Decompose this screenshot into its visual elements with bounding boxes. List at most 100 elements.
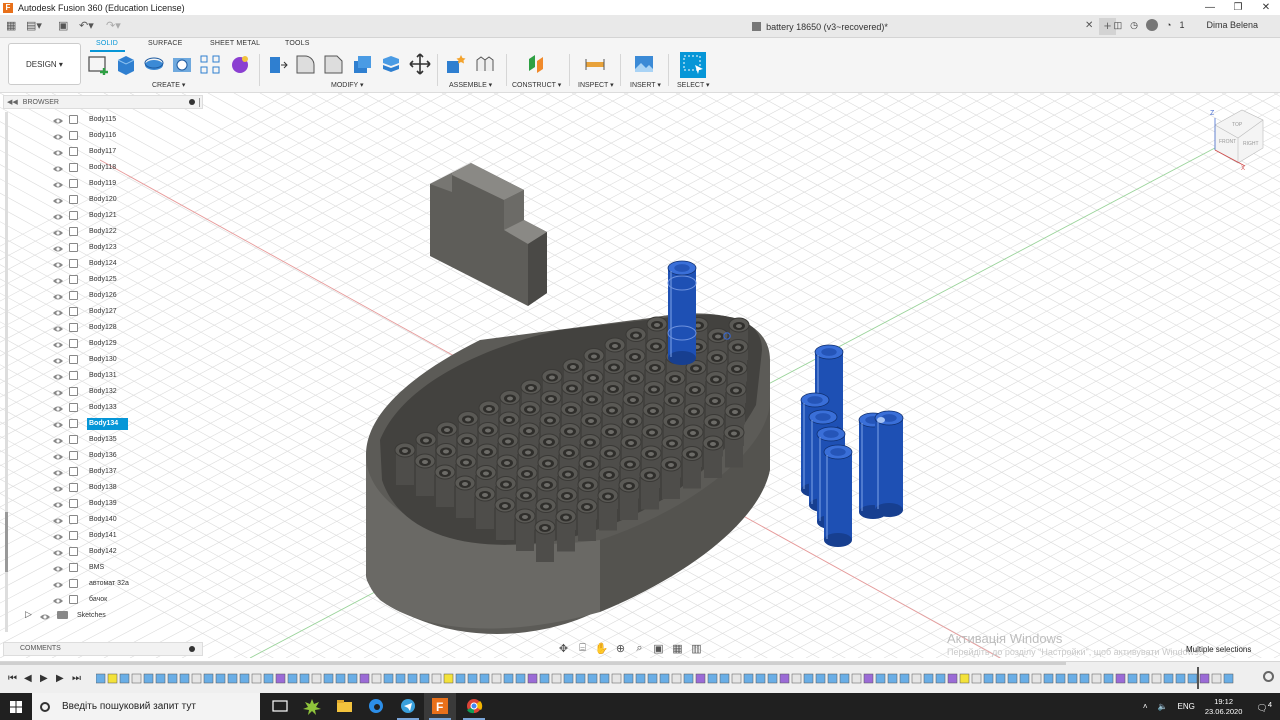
browser-resize-handle[interactable] xyxy=(199,98,200,107)
blue-battery[interactable] xyxy=(824,452,852,540)
visibility-eye-icon[interactable] xyxy=(53,468,63,476)
offset-plane-icon[interactable] xyxy=(525,53,547,75)
job-status-icon[interactable]: ◷ xyxy=(1130,20,1138,31)
timeline-feature[interactable] xyxy=(359,673,370,684)
battery-enclosure[interactable] xyxy=(366,313,770,634)
browser-item[interactable]: Body117 xyxy=(10,144,200,160)
taskbar-search[interactable]: Введіть пошуковий запит тут xyxy=(32,693,260,720)
timeline-feature[interactable] xyxy=(611,673,622,684)
zoom-icon[interactable]: ⊕ xyxy=(613,642,628,655)
timeline-feature[interactable] xyxy=(479,673,490,684)
browser-item[interactable]: Body122 xyxy=(10,224,200,240)
timeline-feature[interactable] xyxy=(935,673,946,684)
timeline-feature[interactable] xyxy=(491,673,502,684)
visibility-eye-icon[interactable] xyxy=(53,500,63,508)
file-explorer-icon[interactable] xyxy=(328,693,360,720)
fusion360-taskbar-icon[interactable]: F xyxy=(424,693,456,720)
timeline-feature[interactable] xyxy=(1079,673,1090,684)
browser-item[interactable]: Body119 xyxy=(10,176,200,192)
visibility-eye-icon[interactable] xyxy=(53,516,63,524)
timeline-feature[interactable] xyxy=(659,673,670,684)
timeline-feature[interactable] xyxy=(563,673,574,684)
windows-start-icon[interactable] xyxy=(10,701,22,713)
timeline-feature[interactable] xyxy=(395,673,406,684)
timeline-feature[interactable] xyxy=(839,673,850,684)
viewports-icon[interactable]: ▥ xyxy=(689,642,704,655)
timeline-feature[interactable] xyxy=(959,673,970,684)
timeline-feature[interactable] xyxy=(443,673,454,684)
timeline-feature[interactable] xyxy=(851,673,862,684)
timeline-feature[interactable] xyxy=(467,673,478,684)
collapse-browser-icon[interactable]: ◀◀ xyxy=(7,98,18,106)
timeline-feature[interactable] xyxy=(1031,673,1042,684)
browser-item[interactable]: Body139 xyxy=(10,496,200,512)
construct-menu[interactable]: CONSTRUCT ▾ xyxy=(512,81,561,89)
display-settings-icon[interactable]: ▣ xyxy=(651,642,666,655)
timeline-feature[interactable] xyxy=(803,673,814,684)
timeline-feature[interactable] xyxy=(1163,673,1174,684)
step-back-icon[interactable]: ◀ xyxy=(24,673,32,684)
timeline-feature[interactable] xyxy=(239,673,250,684)
visibility-eye-icon[interactable] xyxy=(53,228,63,236)
browser-item[interactable]: Body115 xyxy=(10,112,200,128)
maximize-button[interactable]: ❐ xyxy=(1224,0,1252,15)
blue-battery[interactable] xyxy=(668,268,696,358)
timeline-feature[interactable] xyxy=(1211,673,1222,684)
visibility-eye-icon[interactable] xyxy=(53,292,63,300)
volume-icon[interactable]: 🔈 xyxy=(1158,702,1168,711)
browser-panel-header[interactable]: ◀◀ BROWSER xyxy=(3,95,203,109)
timeline-feature[interactable] xyxy=(1151,673,1162,684)
timeline-feature[interactable] xyxy=(347,673,358,684)
timeline-feature[interactable] xyxy=(1007,673,1018,684)
timeline-feature[interactable] xyxy=(1043,673,1054,684)
timeline-features[interactable] xyxy=(96,671,1246,687)
undo-icon[interactable]: ↶▾ xyxy=(79,19,94,32)
browser-item[interactable]: Body127 xyxy=(10,304,200,320)
timeline-feature[interactable] xyxy=(707,673,718,684)
minimize-button[interactable]: — xyxy=(1196,0,1224,15)
visibility-eye-icon[interactable] xyxy=(53,164,63,172)
visibility-eye-icon[interactable] xyxy=(53,324,63,332)
browser-item[interactable]: Body138 xyxy=(10,480,200,496)
timeline-feature[interactable] xyxy=(155,673,166,684)
create-menu[interactable]: CREATE ▾ xyxy=(152,81,185,89)
browser-item[interactable]: Body120 xyxy=(10,192,200,208)
visibility-eye-icon[interactable] xyxy=(53,212,63,220)
tab-solid[interactable]: SOLID xyxy=(96,40,118,47)
browser-item[interactable]: Body141 xyxy=(10,528,200,544)
timeline-feature[interactable] xyxy=(131,673,142,684)
move-copy-icon[interactable] xyxy=(409,53,431,75)
visibility-eye-icon[interactable] xyxy=(53,452,63,460)
visibility-eye-icon[interactable] xyxy=(53,388,63,396)
grid-settings-icon[interactable]: ▦ xyxy=(670,642,685,655)
visibility-eye-icon[interactable] xyxy=(53,132,63,140)
play-icon[interactable]: ▶ xyxy=(40,673,48,684)
visibility-eye-icon[interactable] xyxy=(53,356,63,364)
combine-icon[interactable] xyxy=(380,53,402,75)
file-menu-icon[interactable]: ▤▾ xyxy=(26,19,42,32)
go-to-end-icon[interactable]: ⏭ xyxy=(72,673,81,684)
select-menu[interactable]: SELECT ▾ xyxy=(677,81,710,89)
browser-item[interactable]: Body116 xyxy=(10,128,200,144)
create-sketch-icon[interactable] xyxy=(87,53,109,75)
chrome-icon[interactable] xyxy=(458,693,490,720)
workspace-switcher-button[interactable]: DESIGN ▾ xyxy=(8,43,81,85)
timeline-feature[interactable] xyxy=(947,673,958,684)
timeline-feature[interactable] xyxy=(167,673,178,684)
comments-panel[interactable]: COMMENTS xyxy=(3,642,203,656)
timeline-feature[interactable] xyxy=(1199,673,1210,684)
timeline-feature[interactable] xyxy=(995,673,1006,684)
edge-browser-icon[interactable] xyxy=(360,693,392,720)
select-icon[interactable] xyxy=(680,52,706,78)
timeline-feature[interactable] xyxy=(383,673,394,684)
timeline-settings-icon[interactable] xyxy=(1263,671,1274,682)
visibility-eye-icon[interactable] xyxy=(53,548,63,556)
timeline-feature[interactable] xyxy=(671,673,682,684)
close-document-icon[interactable]: ✕ xyxy=(1085,20,1093,31)
visibility-eye-icon[interactable] xyxy=(53,580,63,588)
blue-battery[interactable] xyxy=(875,418,903,510)
step-forward-icon[interactable]: ▶ xyxy=(56,673,64,684)
language-indicator[interactable]: ENG xyxy=(1178,702,1195,711)
visibility-eye-icon[interactable] xyxy=(53,276,63,284)
timeline-feature[interactable] xyxy=(515,673,526,684)
